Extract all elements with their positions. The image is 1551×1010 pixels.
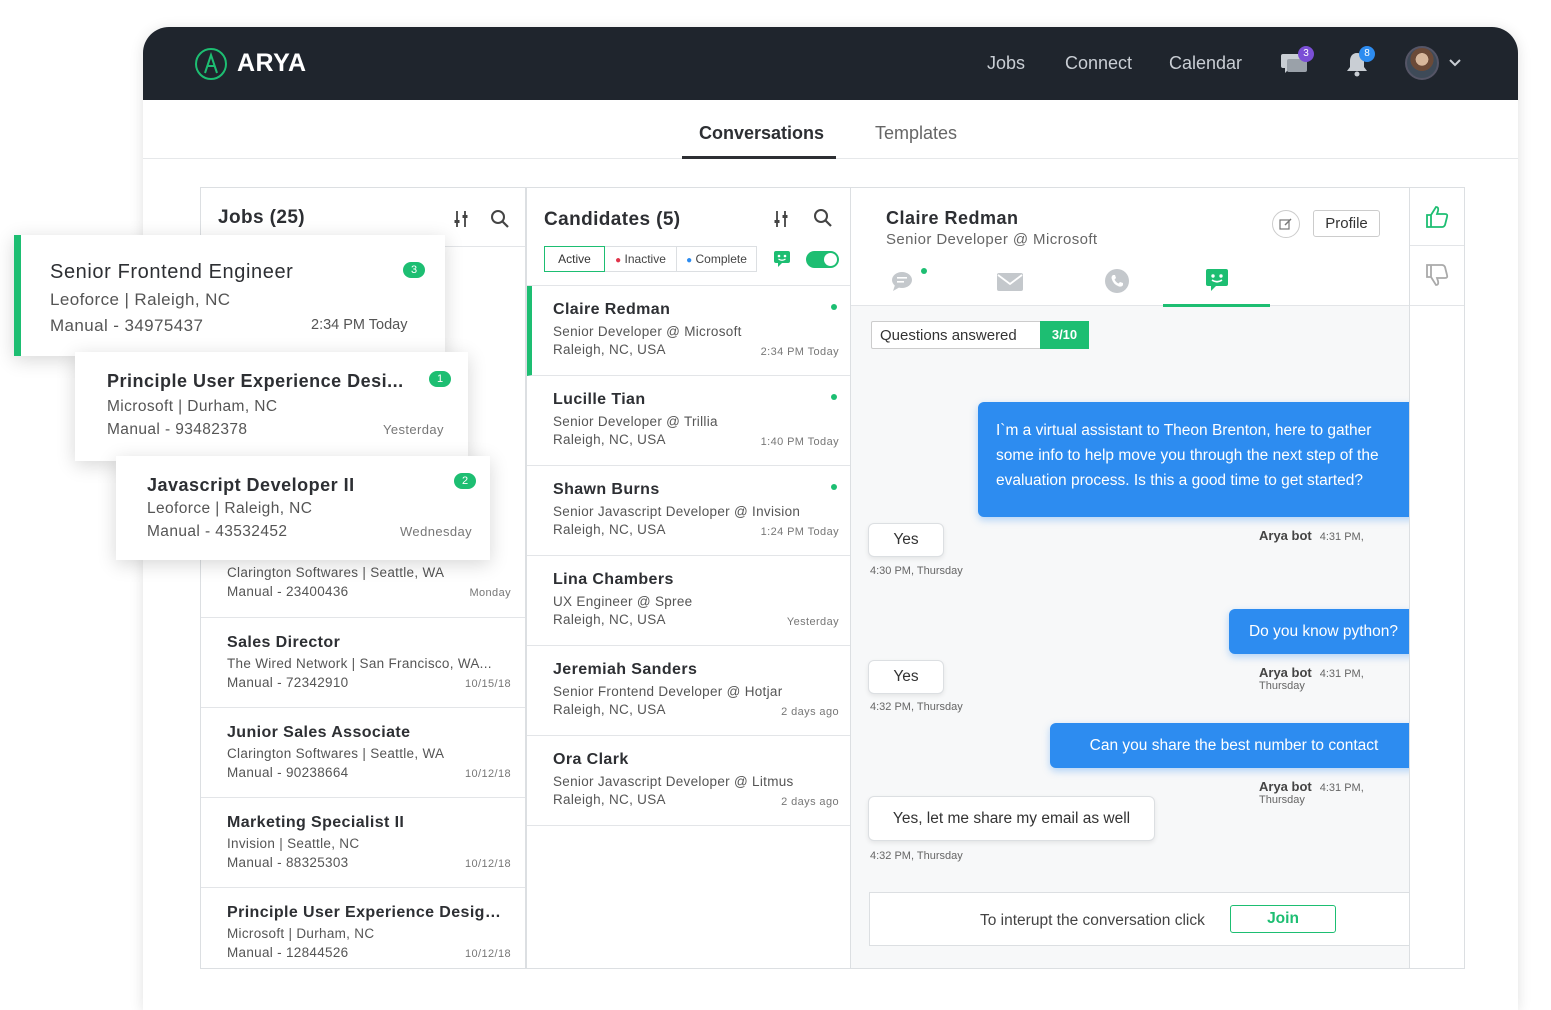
featured-job-card[interactable]: Principle User Experience Desi... Micros… — [75, 352, 468, 461]
job-item[interactable]: Marketing Specialist II Invision | Seatt… — [201, 798, 525, 888]
filter-complete[interactable]: ● Complete — [677, 246, 757, 272]
candidate-count-badge: 3 — [403, 262, 425, 278]
inactive-dot: ● — [615, 255, 622, 266]
unread-dot — [921, 268, 927, 274]
online-dot — [831, 394, 837, 400]
job-title: Javascript Developer II — [147, 475, 355, 495]
nav-connect[interactable]: Connect — [1065, 53, 1132, 74]
sub-tabs: Conversations Templates — [143, 100, 1518, 159]
candidate-item[interactable]: Lucille Tian Senior Developer @ Trillia … — [527, 376, 850, 466]
job-title: Senior Frontend Engineer — [50, 261, 294, 283]
interrupt-bar: To interupt the conversation click Join — [869, 892, 1409, 946]
user-avatar[interactable] — [1405, 46, 1439, 80]
candidate-item[interactable]: Ora Clark Senior Javascript Developer @ … — [527, 736, 850, 826]
join-button[interactable]: Join — [1230, 905, 1336, 933]
featured-job-card[interactable]: Senior Frontend Engineer Leoforce | Rale… — [14, 235, 445, 356]
candidates-title: Candidates (5) — [544, 209, 681, 230]
filter-sliders-icon[interactable] — [453, 210, 469, 228]
search-icon[interactable] — [813, 208, 833, 228]
job-meta: Manual - 34975437 — [50, 316, 204, 335]
edit-icon — [1279, 218, 1292, 230]
featured-job-card[interactable]: Javascript Developer II Leoforce | Ralei… — [116, 456, 490, 560]
bot-toggle[interactable] — [806, 251, 839, 268]
tab-conversations[interactable]: Conversations — [699, 123, 824, 144]
active-channel-indicator — [1163, 304, 1270, 307]
user-message: Yes — [868, 523, 944, 557]
job-company: Leoforce | Raleigh, NC — [50, 290, 231, 309]
job-title: Principle User Experience Desi... — [107, 371, 404, 391]
user-message: Yes, let me share my email as well — [868, 796, 1155, 841]
job-item[interactable]: Sales Director The Wired Network | San F… — [201, 618, 525, 708]
candidate-name: Claire Redman — [886, 208, 1019, 228]
message-meta: Arya bot 4:31 PM, Thursday — [1259, 665, 1364, 692]
job-company: Leoforce | Raleigh, NC — [147, 500, 313, 517]
conversation-panel: Claire Redman Senior Developer @ Microso… — [850, 187, 1410, 969]
bot-message: Can you share the best number to contact — [1050, 723, 1409, 768]
job-company: Microsoft | Durham, NC — [107, 398, 278, 415]
job-item[interactable]: Principle User Experience Designe... Mic… — [201, 888, 525, 968]
message-time: 4:32 PM, Thursday — [870, 701, 963, 713]
bot-message: I`m a virtual assistant to Theon Brenton… — [978, 402, 1409, 517]
candidate-count-badge: 2 — [454, 473, 476, 489]
message-time: 4:30 PM, Thursday — [870, 565, 963, 577]
user-message: Yes — [868, 660, 944, 694]
interrupt-text: To interupt the conversation click — [980, 912, 1205, 929]
nav-calendar[interactable]: Calendar — [1169, 53, 1242, 74]
messages-button[interactable]: 3 — [1280, 46, 1314, 79]
candidate-role: Senior Developer @ Microsoft — [886, 231, 1098, 248]
message-meta: Arya bot 4:31 PM, Thursday — [1259, 779, 1364, 806]
candidate-item[interactable]: Claire Redman Senior Developer @ Microso… — [527, 286, 850, 376]
job-date: Yesterday — [383, 422, 444, 437]
questions-answered: Questions answered 3/10 — [871, 321, 1089, 349]
candidate-count-badge: 1 — [429, 371, 451, 387]
chevron-down-icon[interactable] — [1448, 58, 1462, 68]
top-navbar: ARYA Jobs Connect Calendar 3 8 — [143, 27, 1518, 100]
active-tab-indicator — [682, 156, 836, 159]
bot-icon[interactable] — [773, 250, 791, 268]
filter-inactive[interactable]: ● Inactive — [605, 246, 677, 272]
brand-name[interactable]: ARYA — [237, 49, 307, 78]
chat-bubble-icon[interactable] — [891, 270, 915, 292]
filter-active[interactable]: Active — [544, 246, 605, 272]
questions-count: 3/10 — [1040, 321, 1089, 349]
candidate-item[interactable]: Shawn Burns Senior Javascript Developer … — [527, 466, 850, 556]
nav-jobs[interactable]: Jobs — [987, 53, 1025, 74]
candidate-item[interactable]: Lina Chambers UX Engineer @ Spree Raleig… — [527, 556, 850, 646]
job-item[interactable]: Junior Sales Associate Clarington Softwa… — [201, 708, 525, 798]
bot-chat-icon[interactable] — [1205, 268, 1229, 292]
jobs-title: Jobs (25) — [218, 207, 306, 228]
email-icon[interactable] — [997, 273, 1023, 291]
online-dot — [831, 484, 837, 490]
feedback-rail — [1410, 187, 1465, 969]
job-meta: Manual - 93482378 — [107, 421, 248, 438]
filter-sliders-icon[interactable] — [773, 210, 789, 228]
notifications-badge: 8 — [1359, 46, 1375, 62]
job-meta: Manual - 43532452 — [147, 523, 288, 540]
notifications-button[interactable]: 8 — [1345, 46, 1375, 79]
messages-badge: 3 — [1298, 46, 1314, 62]
bot-message: Do you know python? — [1229, 609, 1409, 654]
tab-templates[interactable]: Templates — [875, 123, 957, 144]
profile-button[interactable]: Profile — [1313, 210, 1380, 237]
arya-logo-icon[interactable] — [195, 48, 227, 80]
thumbs-down-icon[interactable] — [1425, 263, 1449, 287]
search-icon[interactable] — [490, 209, 510, 229]
job-date: 2:34 PM Today — [311, 317, 408, 333]
job-date: Wednesday — [400, 524, 473, 539]
phone-icon[interactable] — [1105, 269, 1129, 293]
thumbs-up-icon[interactable] — [1425, 205, 1449, 229]
candidate-item[interactable]: Jeremiah Sanders Senior Frontend Develop… — [527, 646, 850, 736]
online-dot — [831, 304, 837, 310]
complete-dot: ● — [686, 255, 693, 266]
edit-note-button[interactable] — [1272, 210, 1300, 238]
candidates-panel: Candidates (5) Active ● Inactive ● Compl… — [526, 187, 851, 969]
message-time: 4:32 PM, Thursday — [870, 850, 963, 862]
message-meta: Arya bot 4:31 PM, — [1259, 528, 1364, 543]
